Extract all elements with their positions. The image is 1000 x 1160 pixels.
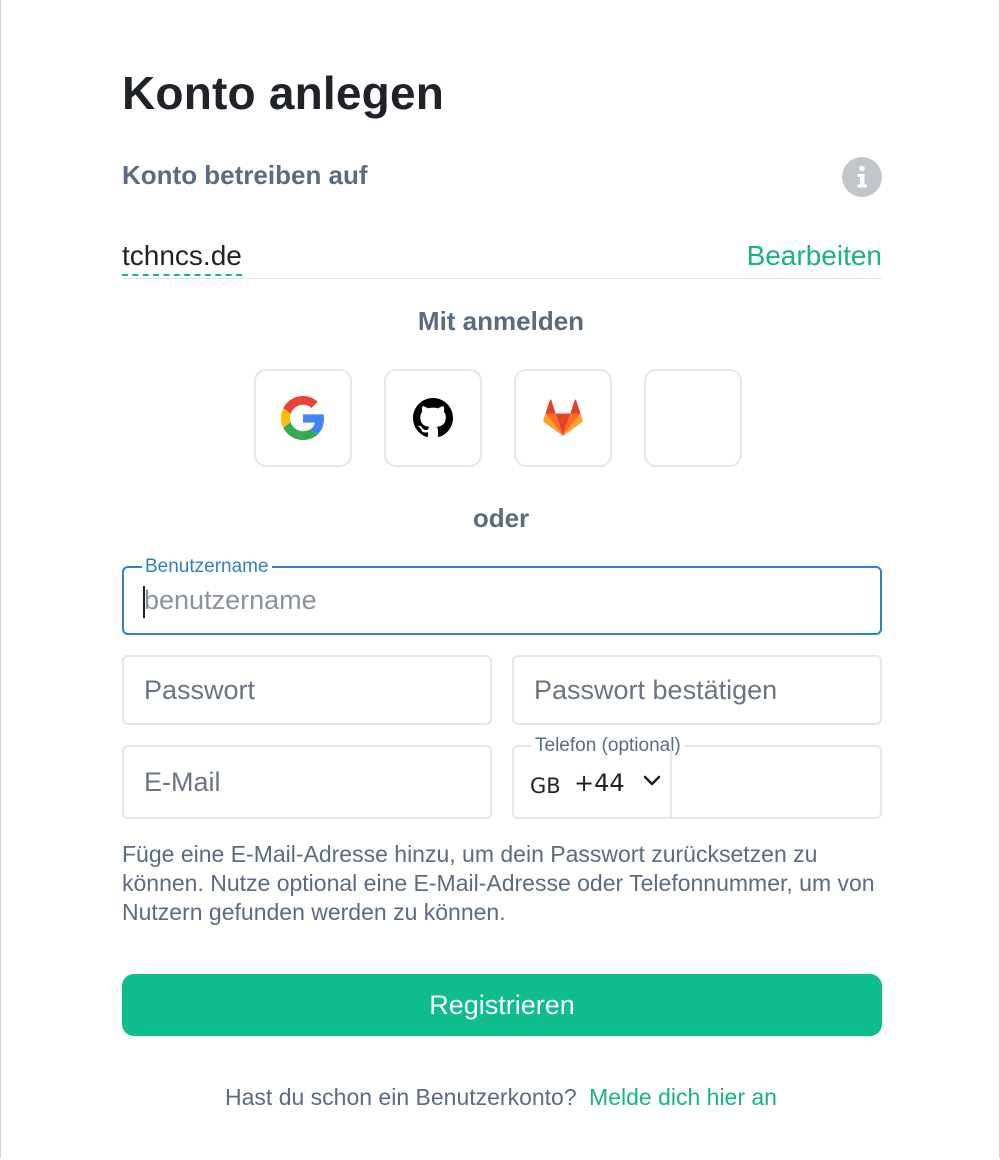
sso-label: Mit anmelden: [417, 306, 585, 336]
phone-input[interactable]: [686, 747, 866, 817]
blank-sso-button[interactable]: [644, 369, 742, 467]
chevron-down-icon: [643, 775, 661, 786]
footer: Hast du schon ein Benutzerkonto? Melde d…: [1, 1084, 1000, 1111]
dialog-frame: Konto anlegen Konto betreiben auf tchncs…: [0, 0, 1000, 1158]
google-icon: [281, 396, 325, 440]
gitlab-sso-button[interactable]: [514, 369, 612, 467]
username-field: Benutzername: [122, 556, 882, 635]
dial-code: +44: [574, 769, 625, 797]
email-field: [122, 745, 492, 819]
edit-server-link[interactable]: Bearbeiten: [747, 238, 882, 274]
username-input[interactable]: [144, 568, 860, 633]
login-link[interactable]: Melde dich hier an: [589, 1084, 777, 1110]
email-input[interactable]: [144, 747, 470, 817]
country-code: GB: [530, 774, 561, 798]
server-label: Konto betreiben auf: [122, 160, 368, 190]
register-button[interactable]: Registrieren: [122, 974, 882, 1036]
server-name[interactable]: tchncs.de: [122, 238, 242, 276]
server-row: tchncs.de Bearbeiten: [122, 238, 882, 279]
help-text: Füge eine E-Mail-Adresse hinzu, um dein …: [122, 841, 875, 925]
password-confirm-input[interactable]: [534, 657, 860, 723]
page-title: Konto anlegen: [122, 67, 445, 119]
gitlab-icon: [543, 399, 583, 436]
google-sso-button[interactable]: [254, 369, 352, 467]
phone-field: Telefon (optional) GB +44: [512, 735, 882, 819]
github-sso-button[interactable]: [384, 369, 482, 467]
password-input[interactable]: [144, 657, 470, 723]
password-confirm-field: [512, 655, 882, 725]
password-field: [122, 655, 492, 725]
github-icon: [413, 398, 453, 438]
login-prompt: Hast du schon ein Benutzerkonto?: [225, 1084, 577, 1110]
or-divider: oder: [472, 503, 530, 533]
info-icon[interactable]: [842, 157, 882, 197]
sso-buttons: [254, 369, 742, 467]
country-code-dropdown[interactable]: GB +44: [514, 747, 672, 817]
